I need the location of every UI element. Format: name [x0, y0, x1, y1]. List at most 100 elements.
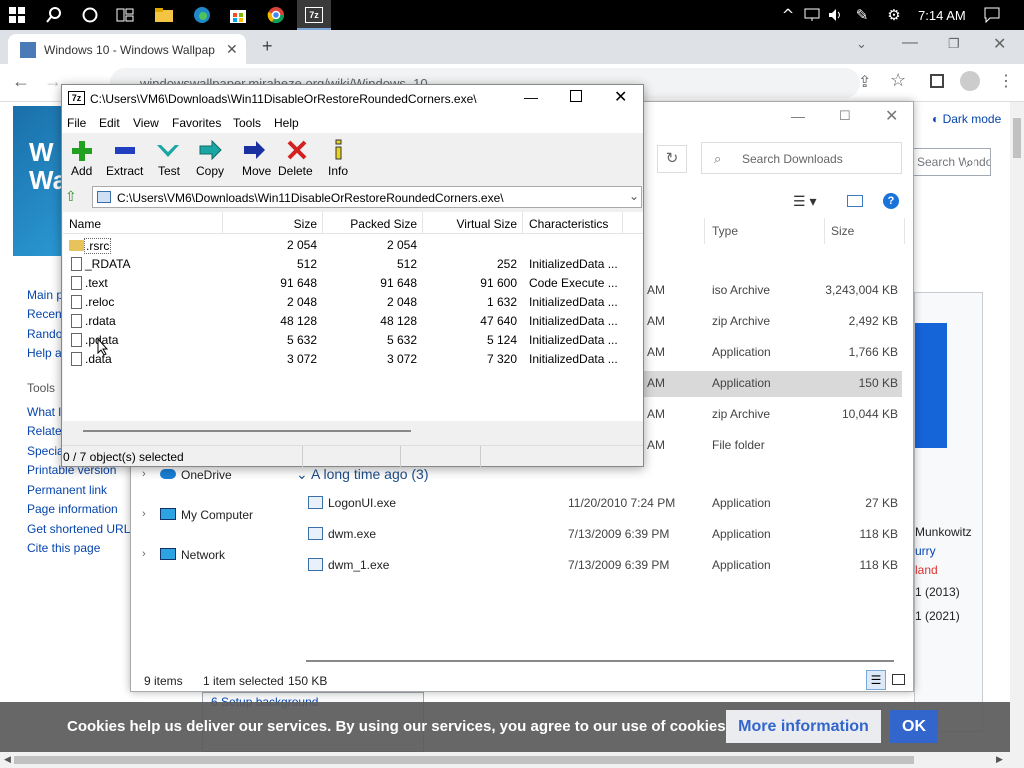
- wiki-search-icon[interactable]: ⌕: [966, 154, 974, 171]
- group-collapse-icon[interactable]: ⌄: [296, 466, 308, 483]
- chrome-icon[interactable]: [264, 3, 288, 27]
- search-icon[interactable]: [42, 3, 66, 27]
- details-view-icon[interactable]: ☰: [866, 670, 886, 690]
- menu-favorites[interactable]: Favorites: [172, 116, 221, 130]
- tools-link[interactable]: Permanent link: [27, 483, 107, 497]
- store-icon[interactable]: [226, 3, 250, 27]
- large-icons-view-icon[interactable]: [892, 674, 905, 685]
- path-dropdown-icon[interactable]: ⌄: [629, 189, 639, 203]
- file-name[interactable]: dwm_1.exe: [328, 558, 389, 572]
- archive-row[interactable]: .data 3 072 3 072 7 320 InitializedData …: [63, 350, 644, 369]
- explorer-search-input[interactable]: ⌕ Search Downloads: [701, 142, 902, 174]
- preview-pane-icon[interactable]: [847, 195, 863, 207]
- nav-item-network[interactable]: Network: [181, 548, 225, 562]
- infobox-link[interactable]: urry: [915, 544, 936, 558]
- bookmark-star-icon[interactable]: ☆: [890, 70, 906, 91]
- explorer-close-icon[interactable]: ✕: [885, 106, 898, 126]
- edge-icon[interactable]: [190, 3, 214, 27]
- side-panel-icon[interactable]: [930, 74, 944, 88]
- archive-row[interactable]: _RDATA 512 512 252 InitializedData ...: [63, 255, 644, 274]
- cookie-ok-button[interactable]: OK: [890, 710, 938, 743]
- 7zip-taskbar-button[interactable]: 7z: [297, 0, 331, 30]
- chevron-up-icon[interactable]: ^: [776, 3, 800, 27]
- file-name[interactable]: LogonUI.exe: [328, 496, 396, 510]
- info-label[interactable]: Info: [328, 164, 348, 178]
- task-view-icon[interactable]: [78, 3, 102, 27]
- group-header[interactable]: A long time ago (3): [311, 466, 429, 482]
- wiki-search-input[interactable]: Search Windows Wallpaper W: [912, 148, 991, 176]
- archive-row[interactable]: .rdata 48 128 48 128 47 640 InitializedD…: [63, 312, 644, 331]
- 7zip-h-scrollbar[interactable]: [63, 421, 643, 441]
- page-scrollbar[interactable]: [1010, 102, 1024, 768]
- back-arrow-icon[interactable]: ←: [12, 71, 30, 92]
- header-size[interactable]: Size: [223, 217, 317, 231]
- chrome-menu-icon[interactable]: ⋮: [998, 71, 1014, 91]
- archive-row[interactable]: .rsrc 2 054 2 054: [63, 236, 644, 255]
- help-icon[interactable]: ?: [883, 193, 899, 209]
- horizontal-scrollbar[interactable]: [306, 660, 894, 662]
- extract-label[interactable]: Extract: [106, 164, 143, 178]
- column-header-size[interactable]: Size: [831, 224, 854, 238]
- file-explorer-icon[interactable]: [152, 3, 176, 27]
- more-information-button[interactable]: More information: [726, 710, 881, 743]
- explorer-maximize-icon[interactable]: ☐: [839, 108, 851, 124]
- share-icon[interactable]: ⇪: [858, 72, 871, 92]
- restore-icon[interactable]: ❐: [948, 36, 960, 52]
- nav-item-onedrive[interactable]: OneDrive: [181, 468, 232, 482]
- expand-chevron-icon[interactable]: ›: [142, 468, 146, 480]
- delete-label[interactable]: Delete: [278, 164, 313, 178]
- nav-item-my-computer[interactable]: My Computer: [181, 508, 253, 522]
- explorer-minimize-icon[interactable]: —: [791, 108, 805, 124]
- add-label[interactable]: Add: [71, 164, 92, 178]
- header-characteristics[interactable]: Characteristics: [529, 217, 608, 231]
- 7zip-maximize-icon[interactable]: [570, 90, 582, 102]
- infobox-image[interactable]: [915, 323, 947, 448]
- scrollbar-thumb[interactable]: [14, 756, 914, 764]
- notifications-icon[interactable]: [980, 3, 1004, 27]
- header-packed[interactable]: Packed Size: [323, 217, 417, 231]
- scroll-left-icon[interactable]: ◀: [4, 754, 11, 765]
- scroll-right-icon[interactable]: ▶: [996, 754, 1003, 765]
- archive-row[interactable]: .text 91 648 91 648 91 600 Code Execute …: [63, 274, 644, 293]
- test-label[interactable]: Test: [158, 164, 180, 178]
- network-icon[interactable]: [800, 3, 824, 27]
- new-tab-button[interactable]: +: [262, 36, 273, 57]
- refresh-icon[interactable]: ↻: [657, 145, 687, 173]
- view-options-icon[interactable]: ☰ ▾: [793, 193, 816, 210]
- expand-chevron-icon[interactable]: ›: [142, 508, 146, 520]
- dark-mode-toggle[interactable]: ◐ Dark mode: [932, 112, 1001, 126]
- header-virtual[interactable]: Virtual Size: [423, 217, 517, 231]
- infobox-link[interactable]: land: [915, 563, 938, 577]
- up-folder-icon[interactable]: ⇧: [65, 188, 83, 206]
- move-label[interactable]: Move: [242, 164, 271, 178]
- windows-logo-icon[interactable]: [5, 3, 29, 27]
- browser-tab[interactable]: Windows 10 - Windows Wallpap ✕: [8, 34, 246, 64]
- copy-label[interactable]: Copy: [196, 164, 224, 178]
- tools-link[interactable]: Cite this page: [27, 541, 100, 555]
- 7zip-minimize-icon[interactable]: —: [524, 89, 538, 105]
- archive-row[interactable]: .pdata 5 632 5 632 5 124 InitializedData…: [63, 331, 644, 350]
- menu-edit[interactable]: Edit: [99, 116, 120, 130]
- expand-chevron-icon[interactable]: ›: [142, 548, 146, 560]
- close-icon[interactable]: ✕: [993, 34, 1006, 54]
- tab-search-chevron-icon[interactable]: ⌄: [856, 36, 867, 52]
- tools-link[interactable]: Get shortened URL: [27, 522, 130, 536]
- page-h-scrollbar[interactable]: ◀ ▶: [0, 752, 1024, 768]
- volume-icon[interactable]: [824, 3, 848, 27]
- 7zip-path-bar[interactable]: C:\Users\VM6\Downloads\Win11DisableOrRes…: [92, 186, 642, 208]
- column-header-type[interactable]: Type: [712, 224, 738, 238]
- file-name[interactable]: dwm.exe: [328, 527, 376, 541]
- menu-view[interactable]: View: [133, 116, 159, 130]
- 7zip-close-icon[interactable]: ✕: [614, 87, 627, 107]
- widgets-icon[interactable]: [113, 3, 137, 27]
- tools-link[interactable]: Page information: [27, 502, 118, 516]
- pen-icon[interactable]: ✎: [850, 3, 874, 27]
- scrollbar-thumb[interactable]: [83, 430, 411, 432]
- tab-close-icon[interactable]: ✕: [226, 41, 238, 58]
- forward-arrow-icon[interactable]: →: [44, 71, 62, 92]
- minimize-icon[interactable]: —: [902, 34, 918, 52]
- archive-row[interactable]: .reloc 2 048 2 048 1 632 InitializedData…: [63, 293, 644, 312]
- clock[interactable]: 7:14 AM: [918, 8, 966, 23]
- header-name[interactable]: Name: [69, 217, 101, 231]
- menu-file[interactable]: File: [67, 116, 86, 130]
